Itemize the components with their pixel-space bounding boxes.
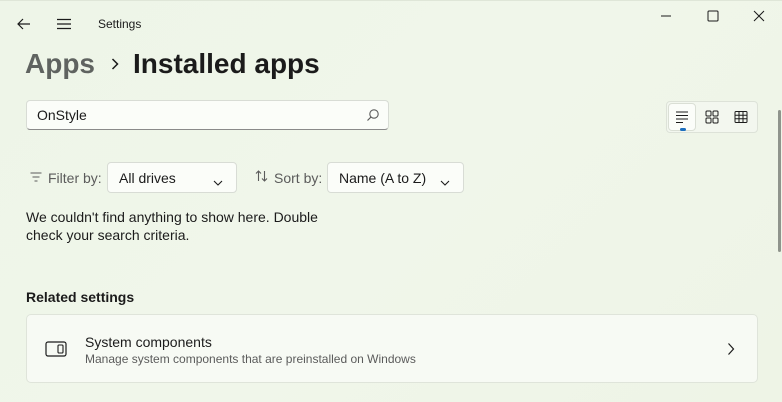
back-arrow-icon[interactable]: [12, 12, 36, 36]
search-icon[interactable]: [366, 108, 380, 122]
filter-by-group: Filter by:: [30, 162, 102, 194]
hamburger-menu-icon[interactable]: [52, 12, 76, 36]
breadcrumb: Apps Installed apps: [25, 44, 320, 84]
sort-icon: [255, 169, 268, 187]
tile-view-icon[interactable]: [727, 103, 755, 131]
list-view-icon[interactable]: [668, 103, 696, 131]
chevron-down-icon: [440, 173, 450, 189]
filter-icon: [30, 169, 42, 187]
close-icon[interactable]: [747, 4, 771, 28]
filter-drives-dropdown[interactable]: All drives: [107, 162, 237, 193]
related-settings-heading: Related settings: [26, 289, 135, 305]
maximize-icon[interactable]: [701, 4, 725, 28]
empty-state-message: We couldn't find anything to show here. …: [26, 209, 318, 243]
search-box[interactable]: [26, 100, 389, 130]
chevron-right-icon: [111, 58, 119, 70]
chevron-right-icon: [727, 342, 739, 356]
sort-order-value: Name (A to Z): [339, 169, 427, 186]
system-components-card[interactable]: System components Manage system componen…: [26, 314, 758, 383]
system-components-icon: [45, 340, 67, 358]
system-components-description: Manage system components that are preins…: [85, 352, 416, 366]
grid-view-icon[interactable]: [698, 103, 726, 131]
app-title: Settings: [98, 17, 142, 31]
breadcrumb-apps-link[interactable]: Apps: [25, 48, 95, 80]
search-input[interactable]: [27, 101, 367, 129]
filter-by-label: Filter by:: [48, 170, 102, 186]
minimize-icon[interactable]: [654, 4, 678, 28]
system-components-title: System components: [85, 334, 212, 350]
filter-drives-value: All drives: [119, 169, 176, 186]
sort-by-label: Sort by:: [274, 170, 323, 186]
view-toggle-group: [666, 101, 758, 133]
sort-order-dropdown[interactable]: Name (A to Z): [327, 162, 464, 193]
active-view-indicator: [680, 128, 686, 131]
title-bar: Settings: [0, 0, 782, 48]
page-title: Installed apps: [133, 48, 320, 79]
sort-by-group: Sort by:: [255, 162, 322, 194]
vertical-scrollbar[interactable]: [778, 110, 781, 252]
chevron-down-icon: [213, 173, 223, 189]
